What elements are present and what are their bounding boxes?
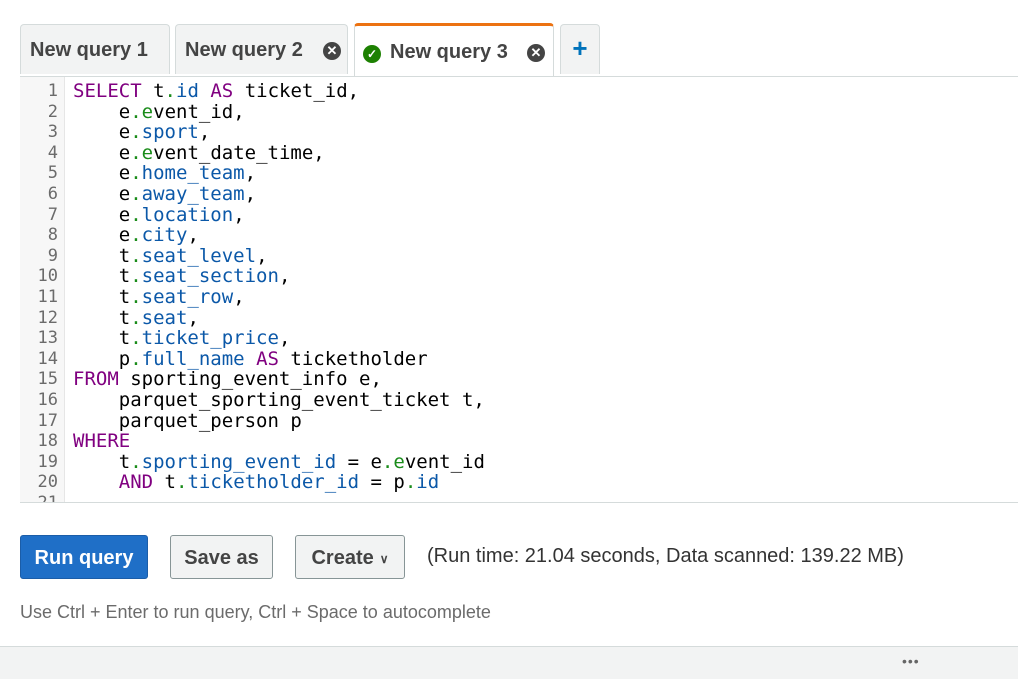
line-number: 12 (37, 307, 58, 328)
code-line: WHERE (73, 430, 131, 453)
more-options-icon[interactable]: ••• (902, 653, 920, 669)
line-number: 10 (37, 266, 58, 287)
code-line: SELECT t.id AS ticket_id, (73, 80, 360, 102)
plus-icon: + (572, 33, 588, 63)
create-label: Create (311, 547, 374, 569)
line-number: 7 (47, 204, 58, 225)
line-number: 20 (37, 472, 58, 493)
run-stats: (Run time: 21.04 seconds, Data scanned: … (427, 545, 904, 567)
tab-label: New query 3 (390, 41, 508, 63)
line-number: 19 (37, 451, 58, 472)
line-number: 14 (37, 348, 58, 369)
run-query-label: Run query (34, 547, 134, 569)
line-number-gutter: 1 2 3 4 5 6 7 8 9 10 11 12 13 14 15 16 17 18 19 20 21 (20, 77, 65, 502)
query-tabs: New query 1 New query 2 ✕ ✓ New query 3 … (20, 22, 1018, 76)
code-line: t.sporting_event_id = e.event_id (118, 450, 485, 473)
line-number: 5 (47, 163, 58, 184)
sql-editor[interactable]: 1 2 3 4 5 6 7 8 9 10 11 12 13 14 15 16 17 18 19 20 21 SELECT… (20, 76, 1018, 503)
code-line: e.event_id, (118, 100, 245, 123)
sql-code[interactable]: SELECT t.id AS ticket_id, e.event_id, e.… (73, 81, 485, 493)
code-line: e.location, (118, 203, 245, 226)
tab-new-query-3[interactable]: ✓ New query 3 ✕ (354, 23, 554, 76)
code-line: e.home_team, (118, 162, 257, 185)
code-line: p.full_name AS ticketholder (118, 347, 428, 370)
code-line: parquet_person p (118, 409, 302, 432)
line-number: 11 (37, 287, 58, 307)
run-query-button[interactable]: Run query (20, 535, 148, 579)
code-line: t.seat_row, (118, 285, 245, 308)
code-line: t.seat, (118, 306, 199, 329)
tab-label: New query 2 (185, 39, 303, 61)
tab-new-query-2[interactable]: New query 2 ✕ (175, 24, 348, 74)
code-line: e.sport, (118, 121, 211, 144)
code-line: AND t.ticketholder_id = p.id (118, 471, 440, 494)
save-as-label: Save as (184, 547, 259, 569)
line-number: 3 (47, 122, 58, 143)
tab-label: New query 1 (30, 39, 148, 61)
chevron-down-icon: ∨ (379, 551, 389, 566)
code-line: e.event_date_time, (118, 141, 325, 164)
line-number: 6 (47, 184, 58, 204)
add-tab-button[interactable]: + (560, 24, 600, 74)
line-number: 21 (37, 493, 58, 503)
line-number: 17 (37, 410, 58, 431)
footer-bar: ••• (0, 646, 1018, 679)
close-icon[interactable]: ✕ (323, 42, 341, 60)
line-number: 2 (47, 101, 58, 122)
create-button[interactable]: Create ∨ (295, 535, 405, 579)
line-number: 4 (47, 142, 58, 163)
line-number: 15 (37, 369, 58, 390)
code-line: e.city, (118, 224, 199, 247)
code-line: t.ticket_price, (118, 327, 291, 350)
keyboard-hint: Use Ctrl + Enter to run query, Ctrl + Sp… (20, 602, 491, 622)
code-line: FROM sporting_event_info e, (73, 368, 382, 391)
line-number: 18 (37, 431, 58, 452)
check-circle-icon: ✓ (363, 45, 381, 63)
code-line: t.seat_level, (118, 244, 268, 267)
close-icon[interactable]: ✕ (527, 44, 545, 62)
line-number: 1 (47, 81, 58, 101)
code-line: parquet_sporting_event_ticket t, (118, 388, 485, 411)
code-line: e.away_team, (118, 182, 257, 205)
line-number: 9 (47, 245, 58, 266)
tab-new-query-1[interactable]: New query 1 (20, 24, 170, 74)
save-as-button[interactable]: Save as (170, 535, 273, 579)
code-line: t.seat_section, (118, 265, 291, 288)
line-number: 8 (47, 225, 58, 246)
line-number: 16 (37, 390, 58, 410)
line-number: 13 (37, 328, 58, 349)
